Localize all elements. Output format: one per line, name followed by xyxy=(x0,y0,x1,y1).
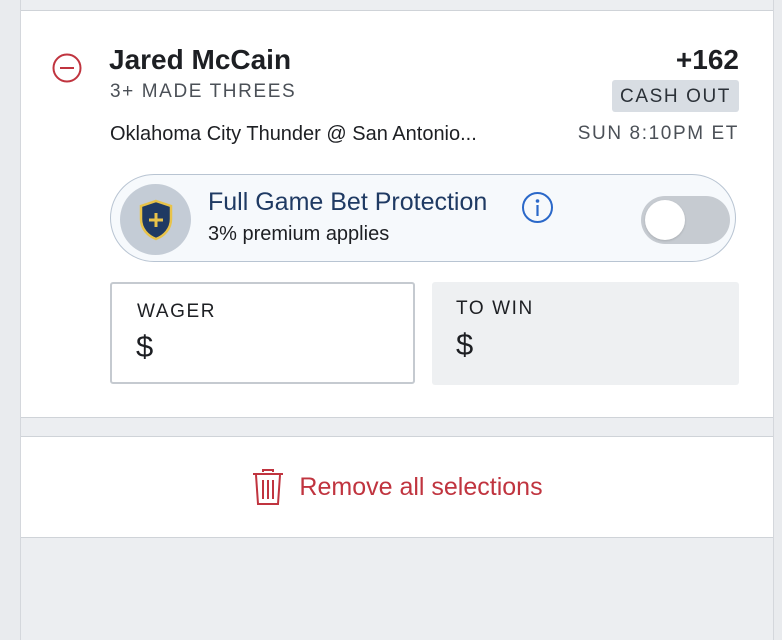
wager-input[interactable]: WAGER $ xyxy=(110,282,415,384)
odds-value: +162 xyxy=(675,44,739,75)
protection-subtitle: 3% premium applies xyxy=(208,223,390,245)
shield-plus-icon xyxy=(139,199,172,240)
protection-toggle[interactable] xyxy=(641,196,730,244)
wager-label: WAGER xyxy=(137,301,217,322)
betslip-panel: Jared McCain 3+ MADE THREES +162 CASH OU… xyxy=(20,0,774,640)
remove-all-content: Remove all selections xyxy=(251,468,543,506)
selection-card: Jared McCain 3+ MADE THREES +162 CASH OU… xyxy=(21,11,773,418)
bet-protection-card: Full Game Bet Protection 3% premium appl… xyxy=(110,174,736,262)
player-name: Jared McCain xyxy=(109,44,292,75)
minus-circle-icon[interactable] xyxy=(52,53,82,83)
to-win-currency: $ xyxy=(456,327,474,362)
shield-badge xyxy=(120,184,191,255)
toggle-knob xyxy=(645,200,685,240)
cash-out-badge: CASH OUT xyxy=(612,80,739,112)
market-label: 3+ MADE THREES xyxy=(110,81,297,102)
wager-currency: $ xyxy=(136,329,154,364)
protection-title: Full Game Bet Protection xyxy=(208,188,488,216)
trash-icon xyxy=(253,469,284,505)
to-win-field: TO WIN $ xyxy=(432,282,739,385)
to-win-label: TO WIN xyxy=(456,298,534,319)
remove-all-selections-button[interactable]: Remove all selections xyxy=(21,436,773,538)
remove-all-label: Remove all selections xyxy=(299,472,543,501)
section-gap xyxy=(21,418,773,436)
game-time: SUN 8:10PM ET xyxy=(577,123,739,144)
info-icon[interactable] xyxy=(521,191,554,224)
matchup-text: Oklahoma City Thunder @ San Antonio... xyxy=(110,123,477,145)
